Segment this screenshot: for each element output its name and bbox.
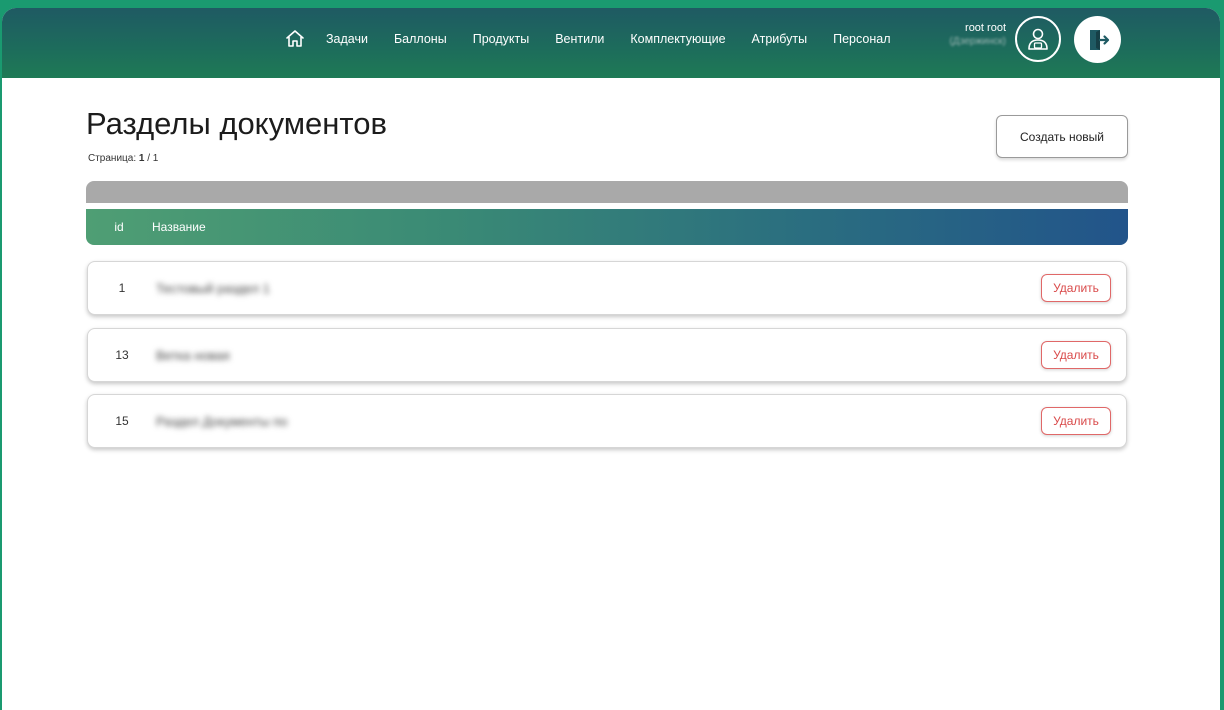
user-info: root root (Дзержинск): [928, 22, 1006, 48]
page-title: Разделы документов: [86, 106, 387, 141]
user-city: (Дзержинск): [949, 35, 1006, 47]
pagination-label: Страница:: [88, 153, 137, 164]
pagination-current: 1: [138, 153, 145, 164]
table-header: id Название: [86, 209, 1128, 245]
table-toolbar-bar: [86, 181, 1128, 203]
delete-button[interactable]: Удалить: [1041, 274, 1111, 302]
delete-button[interactable]: Удалить: [1041, 341, 1111, 369]
pagination-info: Страница: 1 / 1: [88, 153, 158, 164]
row-name: Тестовый раздел 1: [156, 280, 270, 296]
row-id: 1: [118, 281, 126, 295]
user-name: root root: [965, 22, 1006, 34]
row-id: 15: [115, 414, 129, 428]
nav-item-components[interactable]: Комплектующие: [630, 32, 725, 46]
table-row[interactable]: 15 Раздел Документы по Удалить: [87, 394, 1127, 448]
top-navigation-bar: Задачи Баллоны Продукты Вентили Комплект…: [2, 8, 1220, 78]
create-new-button[interactable]: Создать новый: [996, 115, 1128, 158]
home-icon[interactable]: [284, 28, 306, 50]
row-name: Ветка новая: [156, 347, 230, 363]
table-row[interactable]: 13 Ветка новая Удалить: [87, 328, 1127, 382]
delete-button[interactable]: Удалить: [1041, 407, 1111, 435]
pagination-total: / 1: [147, 153, 159, 164]
nav-item-attributes[interactable]: Атрибуты: [752, 32, 808, 46]
table-row[interactable]: 1 Тестовый раздел 1 Удалить: [87, 261, 1127, 315]
row-name: Раздел Документы по: [156, 413, 288, 429]
nav-item-staff[interactable]: Персонал: [833, 32, 890, 46]
nav-item-tasks[interactable]: Задачи: [326, 32, 368, 46]
column-header-name: Название: [152, 220, 206, 234]
nav-item-cylinders[interactable]: Баллоны: [394, 32, 447, 46]
app-window: Задачи Баллоны Продукты Вентили Комплект…: [2, 8, 1220, 710]
column-header-id: id: [114, 220, 124, 234]
nav-item-valves[interactable]: Вентили: [555, 32, 604, 46]
nav-item-products[interactable]: Продукты: [473, 32, 529, 46]
main-nav: Задачи Баллоны Продукты Вентили Комплект…: [284, 25, 917, 53]
row-id: 13: [115, 348, 129, 362]
user-profile-icon[interactable]: [1015, 16, 1061, 62]
logout-icon[interactable]: [1074, 16, 1121, 63]
